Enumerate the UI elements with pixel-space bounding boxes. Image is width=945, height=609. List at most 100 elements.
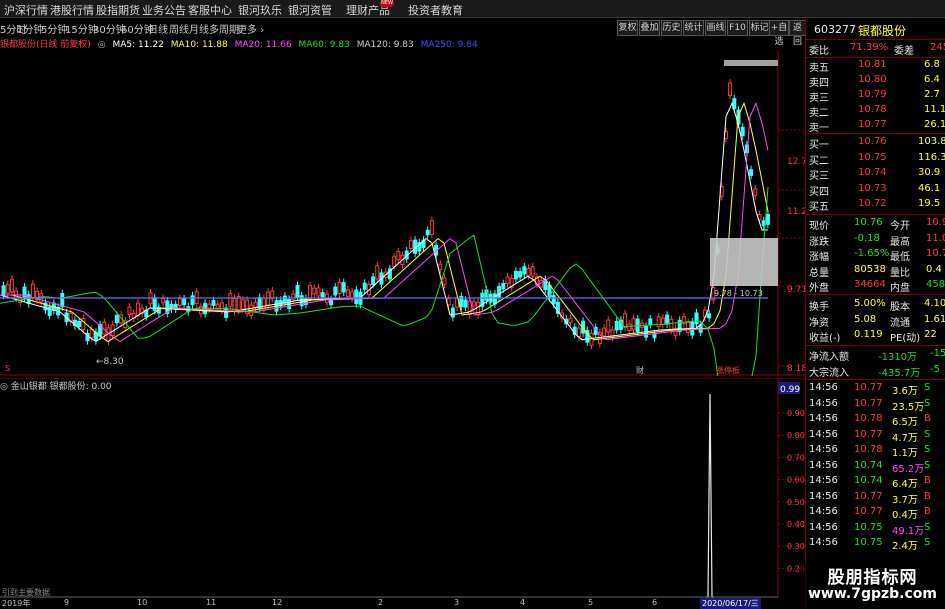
limit-up-marker[interactable]: 涨停板 <box>716 365 740 375</box>
nav-item-service[interactable]: 客服中心 <box>188 2 232 18</box>
period-month[interactable]: 月线 <box>189 21 209 36</box>
ask-row[interactable]: 卖二 10.78 11.1 <box>806 103 945 119</box>
ask-row[interactable]: 卖一 10.77 26.1 <box>806 118 945 134</box>
divider <box>806 294 945 295</box>
candle <box>648 318 653 326</box>
tick-side: B <box>924 506 931 517</box>
quote-row[interactable]: 外盘 34664 内盘 4587 <box>806 278 945 294</box>
button-history[interactable]: 历史 <box>661 20 682 36</box>
quote-label: 内盘 <box>890 283 910 294</box>
bid-row[interactable]: 买二 10.75 116.3 <box>806 151 945 167</box>
sub-axis-tick: 0.60 <box>787 476 805 485</box>
nav-item-futures[interactable]: 股指期货 <box>96 2 140 18</box>
price-tick-1: 12.78 <box>787 157 805 167</box>
candle <box>623 313 628 329</box>
quote-label: 今开 <box>890 221 910 232</box>
bid-row[interactable]: 买四 10.73 46.1 <box>806 182 945 198</box>
period-more-label: 更多 <box>237 25 257 36</box>
candle <box>408 240 413 250</box>
tick-row[interactable]: 14:56 10.75 49.1万 S <box>806 521 945 537</box>
tick-side: S <box>924 382 931 393</box>
tick-volume: 6.5万 <box>892 417 918 428</box>
button-mark[interactable]: 标记 <box>749 20 770 36</box>
tick-row[interactable]: 14:56 10.77 4.7万 S <box>806 428 945 444</box>
tick-volume: 3.7万 <box>892 494 918 506</box>
candle <box>291 293 296 301</box>
flow-label: 净流入额 <box>809 352 849 363</box>
bid-row[interactable]: 买三 10.74 30.9 <box>806 166 945 182</box>
fin-row[interactable]: 换手 5.00% 股本 4.10 <box>806 297 945 313</box>
tick-row[interactable]: 14:56 10.78 1.1万 S <box>806 443 945 459</box>
period-day[interactable]: 日线 <box>148 21 168 36</box>
button-back[interactable]: 返回 <box>789 20 806 47</box>
ask-row[interactable]: 卖五 10.81 6.8 <box>806 58 945 74</box>
tick-row[interactable]: 14:56 10.77 23.5万 S <box>806 397 945 413</box>
period-5min[interactable]: 5分钟 <box>41 21 67 36</box>
bid-row[interactable]: 买一 10.76 103.8 <box>806 135 945 151</box>
candle <box>442 277 447 285</box>
quote-value: 10.9 <box>926 217 945 228</box>
ask-row[interactable]: 卖三 10.79 2.7 <box>806 88 945 104</box>
button-watchlist[interactable]: +自选 <box>769 20 789 47</box>
nav-item-jiule[interactable]: 银河玖乐 <box>238 2 282 18</box>
flow-row[interactable]: 净流入额 -1310万 -15 <box>806 347 945 363</box>
bid-price: 10.75 <box>858 151 887 163</box>
watermark-url: www.7gpzb.com <box>807 586 937 602</box>
tick-price: 10.77 <box>854 397 883 409</box>
ma10-value: MA10: 11.88 <box>170 40 228 50</box>
quote-header: 603277 银都股份 <box>806 19 945 40</box>
period-week[interactable]: 周线 <box>169 21 189 36</box>
tick-row[interactable]: 14:56 10.77 3.6万 S <box>806 381 945 397</box>
nav-item-hk[interactable]: 港股行情 <box>50 2 94 18</box>
tick-price: 10.78 <box>854 444 883 455</box>
flow-pct: -5 <box>930 363 940 375</box>
tick-row[interactable]: 14:56 10.75 2.4万 S <box>806 536 945 552</box>
settings-icon[interactable]: ◎ <box>98 40 106 50</box>
button-f10[interactable]: F10 <box>727 20 748 36</box>
selection-box[interactable] <box>710 238 778 286</box>
ask-price: 10.81 <box>858 59 887 70</box>
period-multi[interactable]: 多周期 <box>209 21 239 36</box>
ask-row[interactable]: 卖四 10.80 6.4 <box>806 73 945 89</box>
quote-row[interactable]: 现价 10.76 今开 10.9 <box>806 216 945 232</box>
weibi-label: 委比 <box>809 46 829 57</box>
candle <box>522 266 527 275</box>
button-draw[interactable]: 画线 <box>705 20 726 36</box>
fin-row[interactable]: 收益(-) 0.119 PE(动) 22 <box>806 328 945 344</box>
candle <box>413 239 418 254</box>
tick-row[interactable]: 14:56 10.77 0.4万 B <box>806 505 945 521</box>
tick-row[interactable]: 14:56 10.77 3.7万 B <box>806 490 945 506</box>
top-selection-box <box>724 60 778 66</box>
tick-time: 14:56 <box>809 382 838 393</box>
candle <box>602 327 607 337</box>
tick-row[interactable]: 14:56 10.78 6.5万 B <box>806 412 945 428</box>
kline-chart[interactable]: 12.78 11.25 9.71 8.18 ←8.30 9.78 - 10.73… <box>0 50 805 376</box>
candle <box>5 284 10 294</box>
quote-row[interactable]: 涨幅 -1.65%最低 10.7 <box>806 247 945 263</box>
period-more[interactable]: 更多 › <box>237 21 264 36</box>
tick-row[interactable]: 14:56 10.74 65.2万 S <box>806 459 945 475</box>
bid-label: 买一 <box>809 140 829 151</box>
candle <box>253 301 258 308</box>
nav-item-hs[interactable]: 沪深行情 <box>4 2 48 18</box>
period-1min[interactable]: 1分钟 <box>17 21 43 36</box>
quote-row[interactable]: 涨跌 -0.18 最高 11.0 <box>806 232 945 248</box>
nav-item-edu[interactable]: 投资者教育 <box>408 2 463 18</box>
button-fuquan[interactable]: 复权 <box>617 20 638 36</box>
finance-marker[interactable]: 财 <box>636 365 644 375</box>
nav-item-notice[interactable]: 业务公告 <box>142 2 186 18</box>
bid-row[interactable]: 买五 10.72 19.5 <box>806 197 945 213</box>
nav-item-asset[interactable]: 银河资管 <box>288 2 332 18</box>
candle <box>627 323 632 331</box>
button-stats[interactable]: 统计 <box>683 20 704 36</box>
fin-row[interactable]: 净资 5.08 流通 1.61 <box>806 313 945 329</box>
flow-row[interactable]: 大宗流入 -435.7万 -5 <box>806 363 945 379</box>
tick-volume: 23.5万 <box>892 401 925 413</box>
button-overlay[interactable]: 叠加 <box>639 20 660 36</box>
indicator-chart[interactable]: 0.99 0.900.800.700.600.500.400.300.20 引到… <box>0 378 805 609</box>
tick-row[interactable]: 14:56 10.74 6.4万 B <box>806 474 945 490</box>
quote-row[interactable]: 总量 80538 量比 0.4 <box>806 263 945 279</box>
watermark-title: 股朋指标网 <box>827 568 918 588</box>
bid-label: 买四 <box>809 186 829 198</box>
fin-value: 4.10 <box>924 298 945 309</box>
